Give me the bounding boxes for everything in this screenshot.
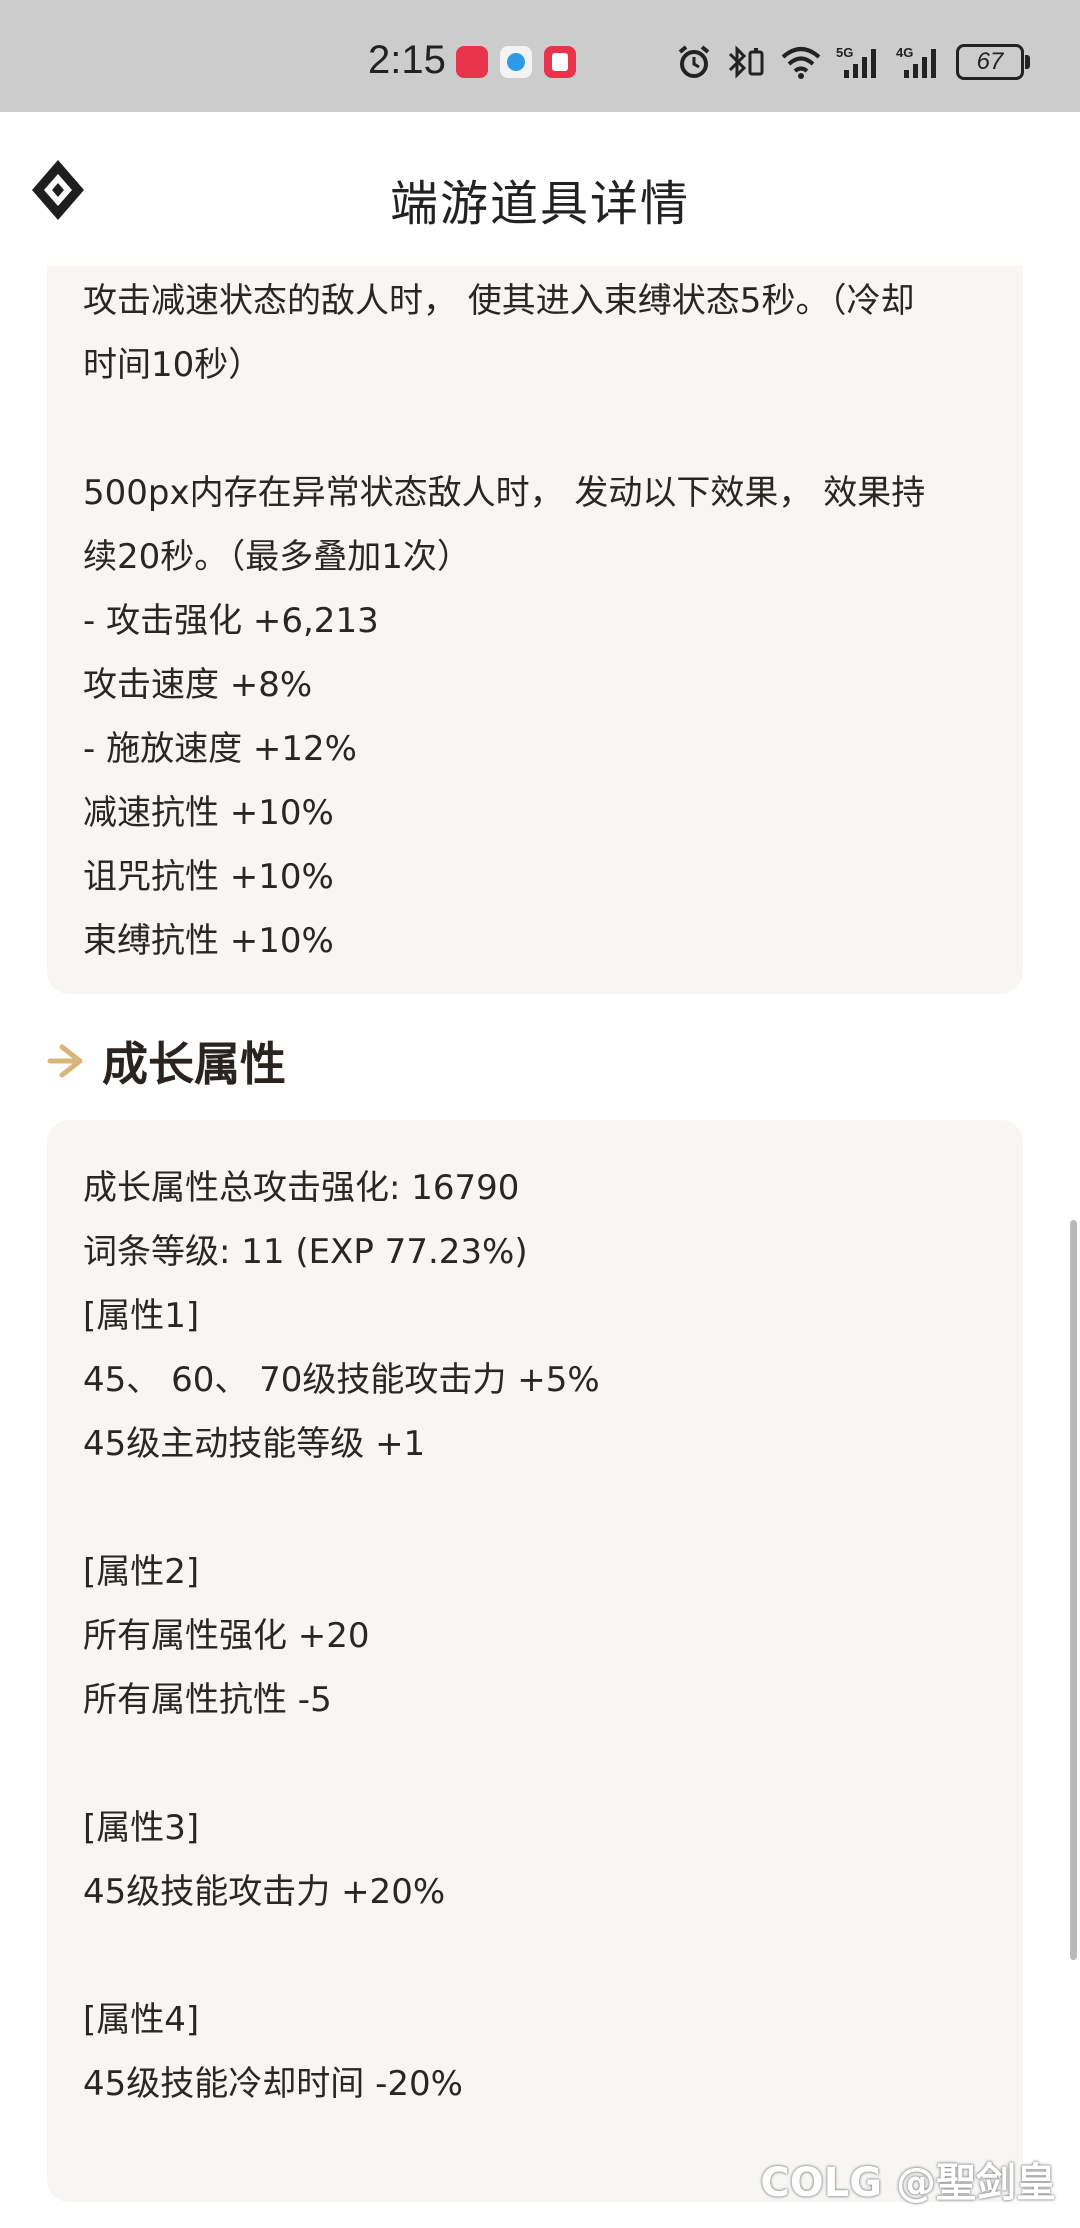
growth-text-line: 所有属性强化 +20 bbox=[83, 1616, 370, 1656]
growth-text-line: [属性4] bbox=[83, 2000, 200, 2040]
status-icons: 5G 4G 67 bbox=[676, 40, 1030, 84]
reader-app-notification-icon bbox=[544, 46, 576, 78]
alarm-icon bbox=[678, 45, 710, 78]
effect-text-line: - 攻击强化 +6,213 bbox=[83, 601, 379, 641]
growth-text-line: 成长属性总攻击强化: 16790 bbox=[83, 1168, 520, 1208]
status-bar: 2:15 5G 4G 67 bbox=[0, 0, 1080, 112]
growth-attributes-card: 成长属性总攻击强化: 16790 词条等级: 11 (EXP 77.23%) [… bbox=[47, 1120, 1023, 2202]
effect-text-line: 攻击减速状态的敌人时， 使其进入束缚状态5秒。（冷却 bbox=[83, 281, 915, 321]
effect-text-line: 500px内存在异常状态敌人时， 发动以下效果， 效果持 bbox=[83, 473, 926, 513]
page-title: 端游道具详情 bbox=[389, 176, 690, 232]
item-detail-content[interactable]: 攻击减速状态的敌人时， 使其进入束缚状态5秒。（冷却 时间10秒） 500px内… bbox=[0, 266, 1080, 2228]
battery-indicator: 67 bbox=[956, 44, 1030, 80]
effect-text-line: 续20秒。（最多叠加1次） bbox=[83, 537, 471, 577]
bluetooth-battery-icon bbox=[728, 45, 764, 79]
section-title: 成长属性 bbox=[102, 1037, 286, 1091]
svg-text:4G: 4G bbox=[896, 45, 913, 60]
watermark: COLG @聖剑皇 bbox=[760, 2160, 1056, 2206]
effect-text-line: 时间10秒） bbox=[83, 345, 263, 385]
effect-text-line: 束缚抗性 +10% bbox=[83, 921, 334, 961]
growth-text-line: 45级技能冷却时间 -20% bbox=[83, 2064, 463, 2104]
growth-text-line: [属性3] bbox=[83, 1808, 200, 1848]
growth-text-line: 45、 60、 70级技能攻击力 +5% bbox=[83, 1360, 600, 1400]
status-time: 2:15 bbox=[368, 38, 446, 82]
growth-text-line: [属性1] bbox=[83, 1296, 200, 1336]
item-effects-card: 攻击减速状态的敌人时， 使其进入束缚状态5秒。（冷却 时间10秒） 500px内… bbox=[47, 266, 1023, 994]
wifi-icon bbox=[781, 47, 821, 79]
growth-section-heading: 成长属性 bbox=[46, 1026, 286, 1096]
effect-text-line: - 施放速度 +12% bbox=[83, 729, 357, 769]
app-header: 端游道具详情 bbox=[0, 112, 1080, 266]
effect-text-line: 诅咒抗性 +10% bbox=[83, 857, 334, 897]
svg-text:5G: 5G bbox=[836, 45, 853, 60]
growth-text-line: 45级技能攻击力 +20% bbox=[83, 1872, 446, 1912]
scrollbar[interactable] bbox=[1070, 1220, 1077, 1960]
growth-text-line: [属性2] bbox=[83, 1552, 200, 1592]
effect-text-line: 攻击速度 +8% bbox=[83, 665, 313, 705]
growth-text-line: 所有属性抗性 -5 bbox=[83, 1680, 332, 1720]
effect-text-line: 减速抗性 +10% bbox=[83, 793, 334, 833]
shopping-app-notification-icon bbox=[456, 46, 488, 78]
growth-text-line: 45级主动技能等级 +1 bbox=[83, 1424, 426, 1464]
signal-5g-icon: 5G bbox=[836, 45, 876, 78]
browser-app-notification-icon bbox=[500, 46, 532, 78]
arrow-right-icon bbox=[47, 1044, 83, 1078]
signal-4g-icon: 4G bbox=[896, 45, 936, 78]
growth-text-line: 词条等级: 11 (EXP 77.23%) bbox=[83, 1232, 528, 1272]
